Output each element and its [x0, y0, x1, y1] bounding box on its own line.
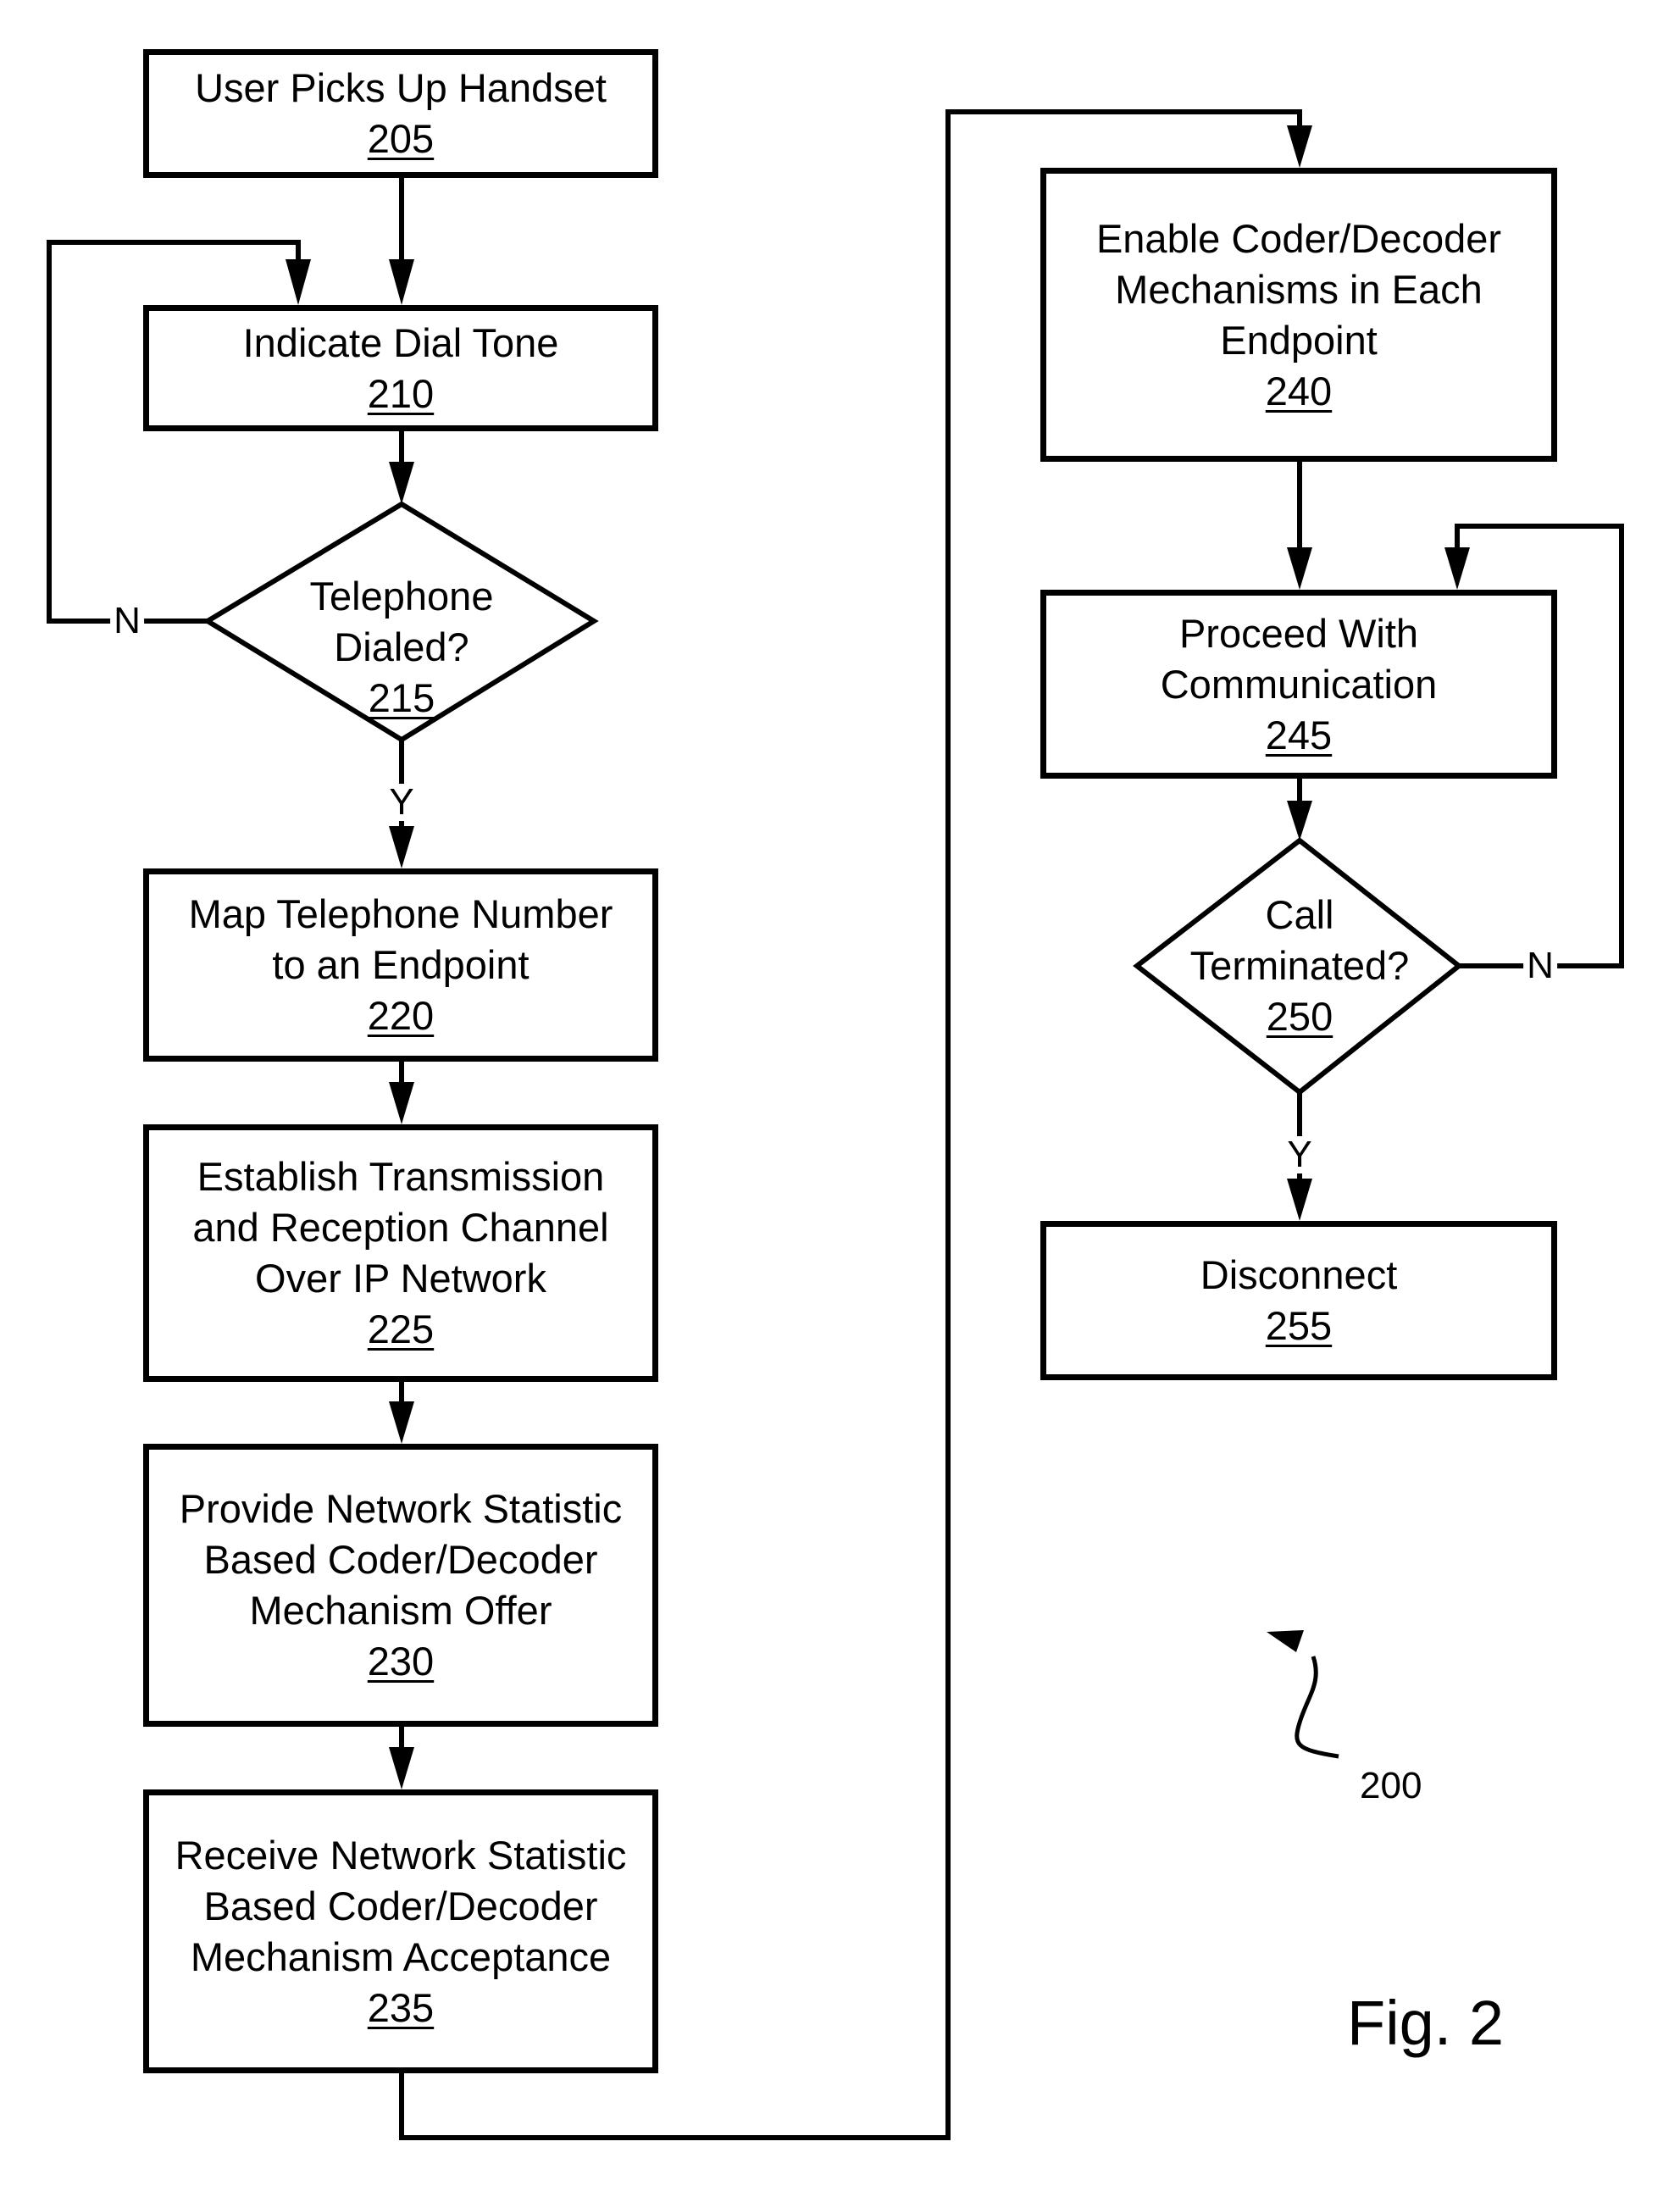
step-225-line-2: and Reception Channel [192, 1205, 609, 1250]
step-210-ref: 210 [367, 370, 435, 416]
step-205-text: User Picks Up Handset [195, 65, 607, 110]
step-235-line-1: Receive Network Statistic [175, 1832, 627, 1878]
connector-215-no-loop [47, 240, 301, 624]
step-245-box: Proceed With Communication 245 [1040, 590, 1557, 779]
arrowhead [389, 259, 414, 305]
figure-title: Fig. 2 [1347, 1988, 1505, 2058]
step-205-box: User Picks Up Handset 205 [143, 49, 658, 178]
step-230-box: Provide Network Statistic Based Coder/De… [143, 1444, 658, 1727]
arrowhead [389, 826, 414, 868]
arrowhead [1444, 547, 1470, 590]
step-245-line-2: Communication [1160, 661, 1438, 707]
step-225-box: Establish Transmission and Reception Cha… [143, 1124, 658, 1382]
step-255-box: Disconnect 255 [1040, 1221, 1557, 1380]
decision-250-yes-label: Y [1284, 1136, 1316, 1173]
decision-250-no-label: N [1523, 947, 1557, 985]
arrowhead [389, 1401, 414, 1444]
step-220-box: Map Telephone Number to an Endpoint 220 [143, 868, 658, 1062]
decision-215-ref: 215 [368, 675, 435, 720]
step-225-ref: 225 [367, 1306, 435, 1351]
step-240-line-2: Mechanisms in Each [1115, 266, 1483, 312]
step-255-text: Disconnect [1200, 1252, 1398, 1297]
step-235-line-2: Based Coder/Decoder [203, 1883, 598, 1928]
step-230-line-1: Provide Network Statistic [179, 1486, 623, 1531]
figure-reference-number: 200 [1360, 1765, 1422, 1806]
step-255-ref: 255 [1265, 1303, 1333, 1348]
arrowhead [1287, 1179, 1312, 1221]
decision-250-text: Call Terminated? 250 [1190, 890, 1410, 1042]
decision-215-no-label: N [110, 602, 144, 640]
arrowhead [389, 1082, 414, 1124]
step-205-ref: 205 [367, 116, 435, 161]
arrowhead [389, 462, 414, 504]
step-245-ref: 245 [1265, 712, 1333, 757]
step-225-line-3: Over IP Network [255, 1256, 546, 1301]
step-235-box: Receive Network Statistic Based Coder/De… [143, 1789, 658, 2073]
step-235-ref: 235 [367, 1984, 435, 2030]
step-210-box: Indicate Dial Tone 210 [143, 305, 658, 431]
arrowhead [1287, 125, 1312, 168]
step-240-ref: 240 [1265, 368, 1333, 413]
decision-215-line-2: Dialed? [334, 624, 469, 669]
step-225-line-1: Establish Transmission [197, 1154, 605, 1199]
decision-250-line-2: Terminated? [1189, 943, 1410, 988]
arrowhead [1287, 547, 1312, 590]
step-230-line-3: Mechanism Offer [249, 1588, 552, 1633]
step-220-ref: 220 [367, 993, 435, 1038]
arrowhead [389, 1747, 414, 1789]
step-210-text: Indicate Dial Tone [242, 319, 559, 365]
decision-250-line-1: Call [1265, 892, 1334, 937]
arrowhead [286, 259, 311, 305]
decision-215-text: Telephone Dialed? 215 [310, 571, 494, 724]
decision-250-ref: 250 [1266, 994, 1333, 1039]
decision-215-line-1: Telephone [309, 574, 494, 619]
arrowhead [1287, 801, 1312, 840]
step-245-line-1: Proceed With [1178, 610, 1419, 656]
decision-215-yes-label: Y [385, 784, 418, 821]
step-230-ref: 230 [367, 1639, 435, 1684]
figure-reference-leader [1295, 1656, 1339, 1759]
step-230-line-2: Based Coder/Decoder [203, 1537, 598, 1582]
step-220-line-1: Map Telephone Number [188, 891, 613, 936]
step-235-line-3: Mechanism Acceptance [190, 1933, 612, 1979]
step-220-line-2: to an Endpoint [272, 942, 530, 987]
arrowhead [1267, 1630, 1304, 1652]
step-240-box: Enable Coder/Decoder Mechanisms in Each … [1040, 168, 1557, 462]
step-240-line-1: Enable Coder/Decoder [1095, 215, 1502, 261]
step-240-line-3: Endpoint [1220, 317, 1378, 363]
